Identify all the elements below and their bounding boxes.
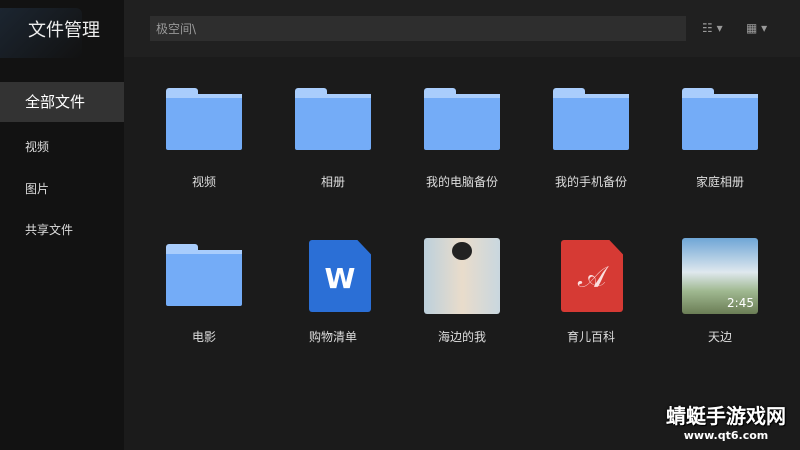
sort-button[interactable]: ☷ ▾ <box>702 21 723 35</box>
folder-icon <box>553 88 629 150</box>
folder-icon <box>682 88 758 150</box>
path-input[interactable] <box>150 16 686 41</box>
sidebar-item-images[interactable]: 图片 <box>0 180 124 197</box>
sidebar: 文件管理 全部文件 视频 图片 共享文件 <box>0 0 124 450</box>
header: ☷ ▾ ▦ ▾ <box>124 0 800 57</box>
app-title: 文件管理 <box>28 20 100 41</box>
video-thumbnail: 2:45 <box>682 238 758 314</box>
grid-view-icon: ▦ <box>746 21 758 35</box>
folder-icon <box>295 88 371 150</box>
sidebar-item-videos[interactable]: 视频 <box>0 138 124 155</box>
file-name: 相册 <box>320 175 345 189</box>
sidebar-item-shared[interactable]: 共享文件 <box>0 221 124 238</box>
file-item[interactable]: 视频 <box>144 80 264 200</box>
file-item[interactable]: 我的电脑备份 <box>402 80 522 200</box>
file-item[interactable]: 电影 <box>144 230 264 350</box>
word-doc-icon: W <box>309 240 371 312</box>
file-name: 我的手机备份 <box>554 175 627 189</box>
folder-icon <box>166 244 242 306</box>
file-name: 海边的我 <box>437 330 486 344</box>
sort-icon: ☷ <box>702 21 713 35</box>
file-name: 购物清单 <box>308 330 357 344</box>
watermark: 蜻蜓手游戏网 www.qt6.com <box>666 404 786 442</box>
view-mode-button[interactable]: ▦ ▾ <box>746 21 767 35</box>
file-item[interactable]: 我的手机备份 <box>531 80 651 200</box>
file-item[interactable]: 𝒜 育儿百科 <box>531 230 651 350</box>
file-item[interactable]: 海边的我 <box>402 230 522 350</box>
pdf-icon: 𝒜 <box>561 240 623 312</box>
video-duration: 2:45 <box>727 296 754 310</box>
file-name: 电影 <box>191 330 216 344</box>
file-item[interactable]: 家庭相册 <box>660 80 780 200</box>
folder-icon <box>166 88 242 150</box>
file-item[interactable]: W 购物清单 <box>273 230 393 350</box>
file-item[interactable]: 2:45 天边 <box>660 230 780 350</box>
file-name: 我的电脑备份 <box>425 175 498 189</box>
file-name: 视频 <box>191 175 216 189</box>
sidebar-item-all-files[interactable]: 全部文件 <box>0 82 124 122</box>
file-name: 育儿百科 <box>566 330 615 344</box>
file-name: 家庭相册 <box>695 175 744 189</box>
file-item[interactable]: 相册 <box>273 80 393 200</box>
image-thumbnail <box>424 238 500 314</box>
file-name: 天边 <box>707 330 732 344</box>
folder-icon <box>424 88 500 150</box>
